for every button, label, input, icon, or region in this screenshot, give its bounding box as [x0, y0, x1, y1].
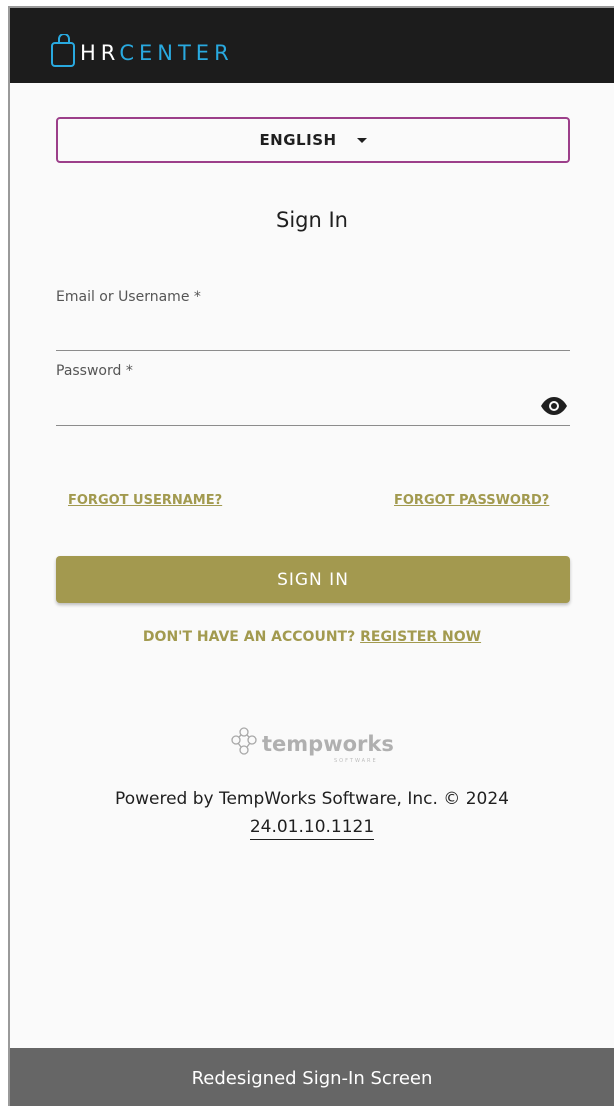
sign-in-button[interactable]: SIGN IN: [56, 556, 570, 603]
eye-icon[interactable]: [540, 397, 568, 415]
tempworks-wordmark: tempworks: [262, 732, 394, 756]
app-header: HRCENTER: [10, 8, 614, 83]
caption-text: Redesigned Sign-In Screen: [191, 1067, 433, 1089]
password-label: Password *: [56, 363, 133, 379]
email-label: Email or Username *: [56, 289, 201, 305]
no-account-text: DON'T HAVE AN ACCOUNT?: [142, 629, 356, 645]
logo-text-center: CENTER: [119, 41, 234, 65]
tempworks-logo: tempworks SOFTWARE: [231, 727, 394, 764]
register-prompt: DON'T HAVE AN ACCOUNT? REGISTER NOW: [10, 629, 614, 645]
password-field[interactable]: [56, 397, 570, 426]
caret-down-icon: [356, 137, 367, 143]
bag-icon: [51, 34, 75, 67]
hrcenter-logo[interactable]: HRCENTER: [50, 22, 234, 68]
register-now-link[interactable]: REGISTER NOW: [360, 629, 481, 645]
tempworks-tagline: SOFTWARE: [334, 758, 378, 764]
version-text: 24.01.10.1121: [10, 817, 614, 840]
email-field[interactable]: [56, 322, 570, 351]
language-select[interactable]: ENGLISH: [56, 117, 570, 163]
language-selected-label: ENGLISH: [259, 131, 337, 149]
caption-bar: Redesigned Sign-In Screen: [10, 1048, 614, 1106]
page-title: Sign In: [276, 208, 348, 232]
logo-text-hr: HR: [80, 41, 120, 65]
version-link[interactable]: 24.01.10.1121: [249, 817, 375, 840]
forgot-password-link[interactable]: FORGOT PASSWORD?: [394, 493, 549, 508]
forgot-username-link[interactable]: FORGOT USERNAME?: [68, 493, 222, 508]
logo-text: HRCENTER: [80, 41, 234, 65]
app-frame: HRCENTER ENGLISH Sign In Email or Userna…: [8, 6, 614, 1106]
powered-by-text: Powered by TempWorks Software, Inc. © 20…: [115, 789, 509, 809]
